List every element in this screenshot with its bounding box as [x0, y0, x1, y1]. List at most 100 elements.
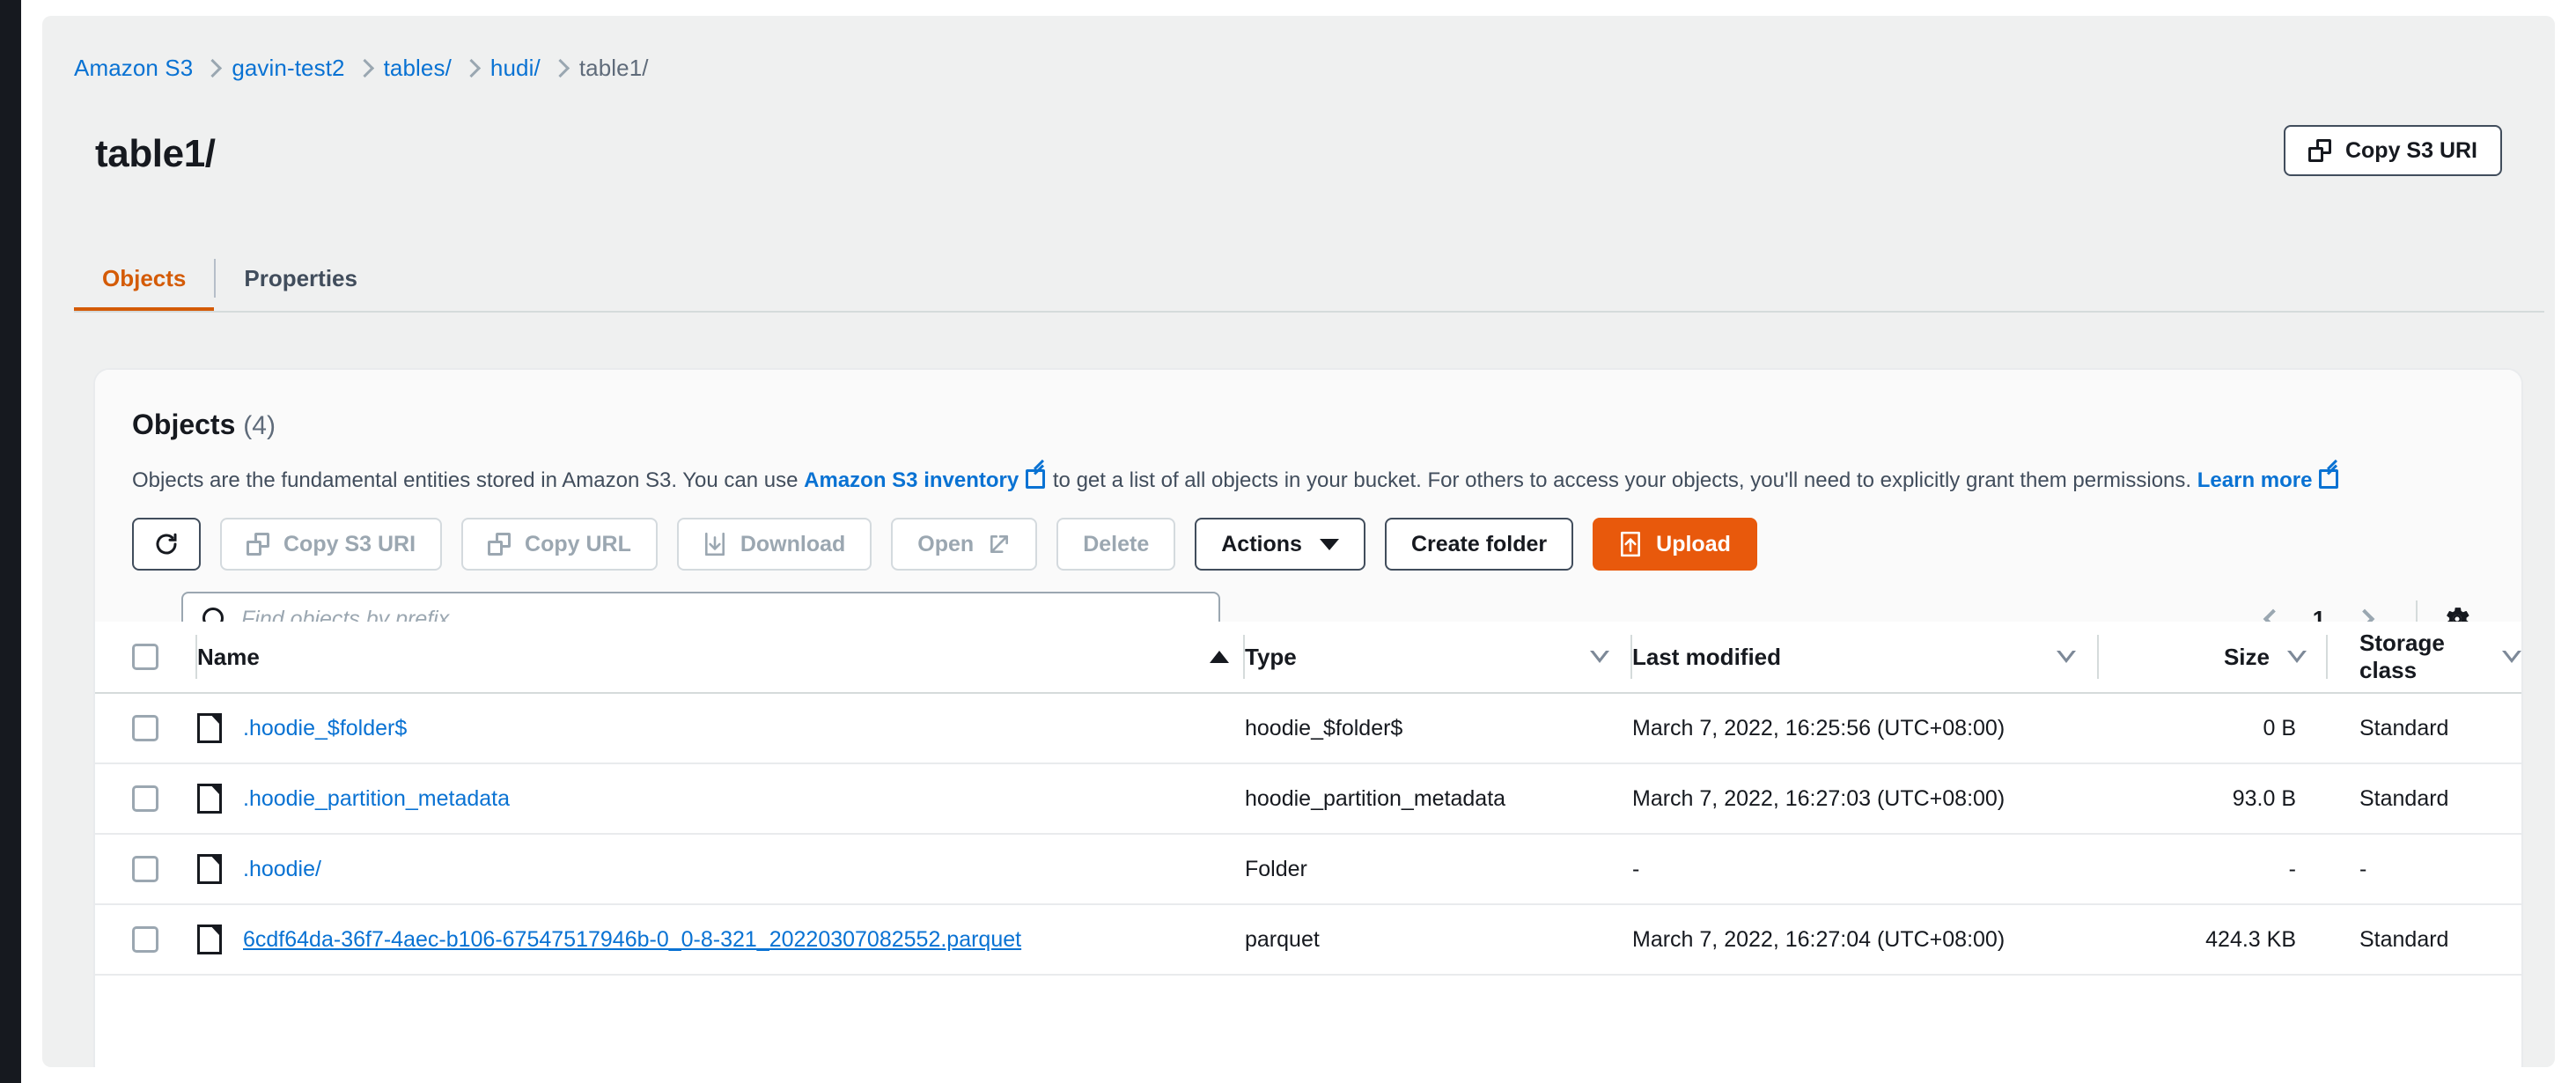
tab-objects[interactable]: Objects — [74, 245, 215, 312]
column-header-last-modified[interactable]: Last modified — [1630, 621, 2099, 693]
card-header: Objects (4) Objects are the fundamental … — [95, 370, 2521, 646]
copy-s3-uri-toolbar-button[interactable]: Copy S3 URI — [220, 518, 443, 571]
cell-last-modified: March 7, 2022, 16:27:04 (UTC+08:00) — [1632, 926, 2006, 952]
upload-icon — [1619, 531, 1642, 557]
breadcrumb-item-1[interactable]: Amazon S3 — [74, 55, 193, 82]
copy-url-label: Copy URL — [525, 531, 631, 556]
breadcrumb-item-3[interactable]: tables/ — [384, 55, 452, 82]
cell-type: Folder — [1245, 856, 1307, 881]
object-name-link[interactable]: .hoodie/ — [243, 857, 321, 882]
cell-last-modified: - — [1632, 856, 1640, 881]
open-label: Open — [917, 531, 975, 556]
file-icon — [197, 925, 222, 954]
row-select-cell — [132, 785, 197, 812]
cell-storage-class: Standard — [2359, 926, 2449, 952]
open-button[interactable]: Open — [891, 518, 1038, 571]
external-link-icon — [1026, 469, 1046, 489]
upload-label: Upload — [1656, 531, 1731, 556]
amazon-s3-inventory-link[interactable]: Amazon S3 inventory — [804, 468, 1019, 492]
copy-icon — [2307, 139, 2331, 162]
external-link-icon — [2319, 469, 2339, 489]
column-header-name-label: Name — [197, 643, 260, 670]
tab-properties[interactable]: Properties — [216, 245, 386, 312]
external-link-icon — [988, 533, 1011, 556]
column-header-storage-class[interactable]: Storage class — [2326, 621, 2521, 693]
object-name-link[interactable]: .hoodie_$folder$ — [243, 716, 407, 741]
learn-more-link[interactable]: Learn more — [2197, 468, 2313, 492]
delete-button[interactable]: Delete — [1056, 518, 1176, 571]
cell-size: - — [2288, 856, 2296, 881]
copy-s3-uri-button[interactable]: Copy S3 URI — [2283, 125, 2502, 176]
breadcrumb-item-5: table1/ — [578, 54, 649, 81]
cell-last-modified: March 7, 2022, 16:25:56 (UTC+08:00) — [1632, 715, 2006, 740]
column-divider — [2097, 635, 2099, 679]
column-header-size[interactable]: Size — [2097, 621, 2328, 693]
cell-last-modified: March 7, 2022, 16:27:03 (UTC+08:00) — [1632, 785, 2006, 811]
page-title: table1/ — [95, 132, 216, 175]
create-folder-button[interactable]: Create folder — [1384, 518, 1574, 571]
breadcrumb-item-2[interactable]: gavin-test2 — [232, 55, 344, 82]
breadcrumb-separator-icon — [452, 56, 490, 79]
cell-name: 6cdf64da-36f7-4aec-b106-67547517946b-0_0… — [197, 925, 1245, 954]
actions-label: Actions — [1221, 531, 1302, 556]
refresh-button[interactable] — [132, 518, 201, 571]
row-checkbox[interactable] — [132, 926, 158, 953]
delete-label: Delete — [1083, 531, 1150, 556]
cell-size: 0 B — [2263, 715, 2296, 740]
cell-name: .hoodie/ — [197, 854, 1245, 884]
select-all-checkbox[interactable] — [132, 644, 158, 670]
cell-storage-class: Standard — [2359, 715, 2449, 740]
objects-table: Name Type Last modified Size Storage cla… — [95, 622, 2521, 1067]
table-row: .hoodie/Folder - - - — [95, 835, 2521, 905]
cell-name: .hoodie_partition_metadata — [197, 784, 1245, 814]
card-description: Objects are the fundamental entities sto… — [132, 468, 2340, 493]
table-row: .hoodie_$folder$ hoodie_$folder$ March 7, … — [95, 694, 2521, 764]
cell-size: 424.3 KB — [2205, 926, 2296, 952]
card-title-text: Objects — [132, 409, 236, 440]
create-folder-label: Create folder — [1410, 531, 1548, 556]
cell-size: 93.0 B — [2232, 785, 2296, 811]
table-row: 6cdf64da-36f7-4aec-b106-67547517946b-0_0… — [95, 905, 2521, 976]
copy-url-button[interactable]: Copy URL — [461, 518, 658, 571]
sort-ascending-icon — [1210, 651, 1229, 663]
tab-underline — [74, 311, 2544, 313]
file-icon — [197, 713, 222, 743]
cell-type: hoodie_$folder$ — [1245, 715, 1403, 740]
sort-icon — [2287, 651, 2307, 663]
console-shell: Amazon S3 gavin-test2 tables/hudi/table1/ … — [42, 16, 2555, 1067]
row-select-cell — [132, 926, 197, 953]
row-checkbox[interactable] — [132, 856, 158, 882]
select-all-cell — [132, 644, 197, 670]
copy-icon — [247, 533, 269, 556]
objects-card: Objects (4) Objects are the fundamental … — [93, 368, 2523, 1067]
objects-count: (4) — [243, 411, 276, 440]
desc-text-1: Objects are the fundamental entities sto… — [132, 468, 805, 492]
sort-icon — [2502, 651, 2521, 663]
column-divider — [2326, 635, 2328, 679]
column-header-name[interactable]: Name — [195, 621, 1245, 693]
row-checkbox[interactable] — [132, 715, 158, 741]
cell-type: hoodie_partition_metadata — [1245, 785, 1506, 811]
column-header-storage-class-label: Storage class — [2359, 630, 2445, 683]
sort-icon — [1590, 651, 1609, 663]
refresh-icon — [153, 531, 180, 557]
tab-bar: Objects Properties — [74, 245, 2539, 312]
download-button[interactable]: Download — [676, 518, 872, 571]
column-divider — [1630, 635, 1632, 679]
breadcrumb-item-4[interactable]: hudi/ — [490, 55, 541, 82]
copy-s3-uri-label: Copy S3 URI — [2344, 137, 2477, 163]
column-divider — [195, 635, 197, 679]
cell-storage-class: - — [2359, 856, 2367, 881]
row-checkbox[interactable] — [132, 785, 158, 812]
actions-button[interactable]: Actions — [1195, 518, 1365, 571]
download-icon — [703, 532, 726, 556]
cell-type: parquet — [1245, 926, 1320, 952]
upload-button[interactable]: Upload — [1593, 518, 1757, 571]
column-header-size-label: Size — [2223, 643, 2270, 670]
copy-s3-uri-toolbar-label: Copy S3 URI — [283, 531, 416, 556]
column-header-type-label: Type — [1245, 643, 1297, 670]
object-name-link[interactable]: 6cdf64da-36f7-4aec-b106-67547517946b-0_0… — [243, 927, 1021, 953]
table-header-row: Name Type Last modified Size Storage cla… — [95, 622, 2521, 694]
object-name-link[interactable]: .hoodie_partition_metadata — [243, 786, 510, 812]
column-header-type[interactable]: Type — [1243, 621, 1632, 693]
